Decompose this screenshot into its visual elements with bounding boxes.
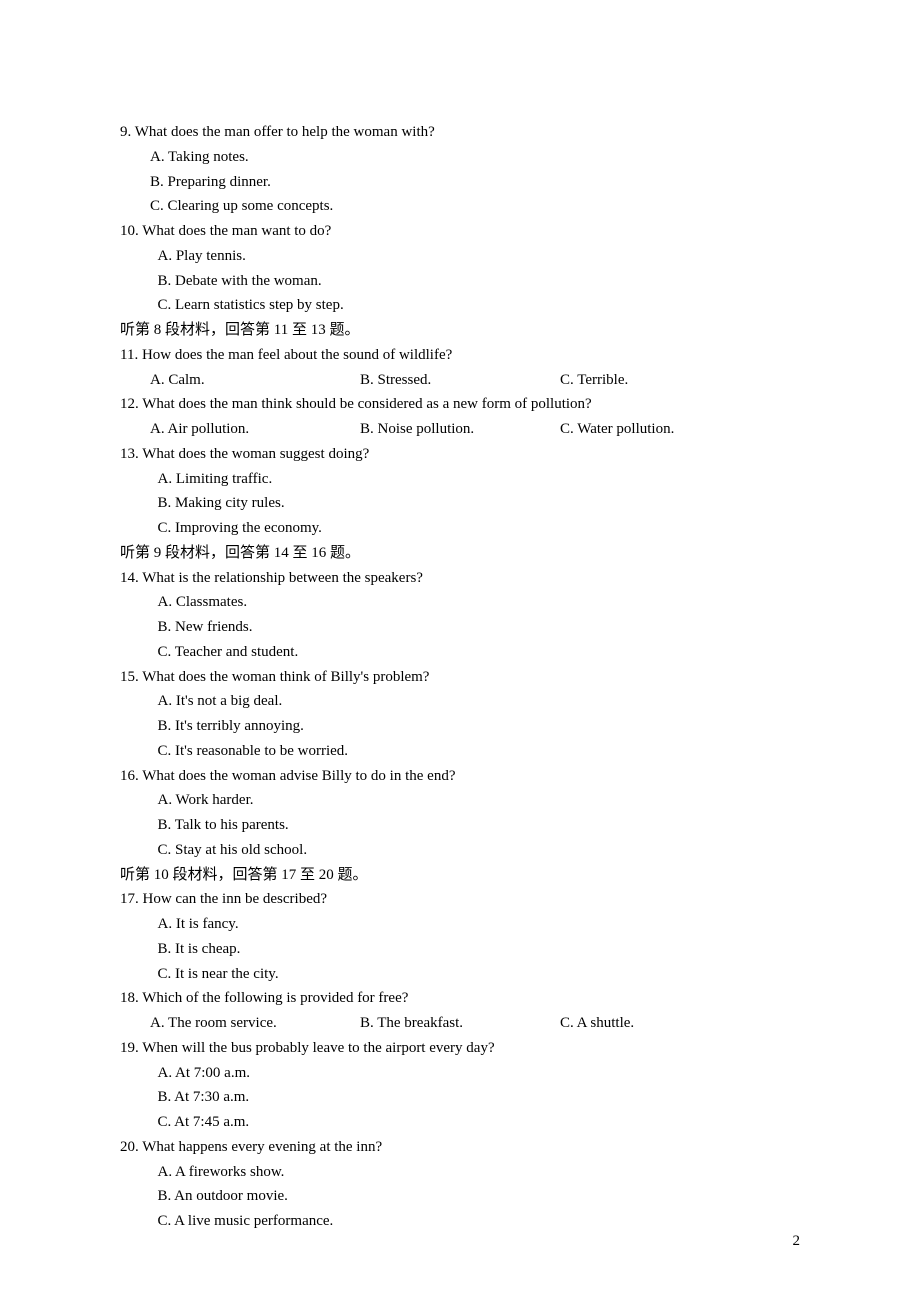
question-block: 18. Which of the following is provided f… (120, 986, 800, 1036)
options-row: A. Calm.B. Stressed.C. Terrible. (120, 368, 800, 393)
question-block: 15. What does the woman think of Billy's… (120, 665, 800, 764)
question-text: 15. What does the woman think of Billy's… (120, 665, 800, 690)
answer-option: B. Talk to his parents. (120, 813, 800, 838)
question-text: 14. What is the relationship between the… (120, 566, 800, 591)
question-block: 19. When will the bus probably leave to … (120, 1036, 800, 1135)
question-block: 9. What does the man offer to help the w… (120, 120, 800, 219)
question-block: 13. What does the woman suggest doing?A.… (120, 442, 800, 541)
answer-option: B. It is cheap. (120, 937, 800, 962)
answer-option: C. Learn statistics step by step. (120, 293, 800, 318)
question-text: 18. Which of the following is provided f… (120, 986, 800, 1011)
answer-option: C. Water pollution. (560, 417, 760, 442)
answer-option: A. Classmates. (120, 590, 800, 615)
answer-option: C. A live music performance. (120, 1209, 800, 1234)
answer-option: A. Work harder. (120, 788, 800, 813)
question-text: 16. What does the woman advise Billy to … (120, 764, 800, 789)
answer-option: A. It's not a big deal. (120, 689, 800, 714)
section-instruction: 听第 9 段材料，回答第 14 至 16 题。 (120, 541, 800, 566)
answer-option: A. Air pollution. (150, 417, 360, 442)
question-block: 10. What does the man want to do?A. Play… (120, 219, 800, 318)
answer-option: A. It is fancy. (120, 912, 800, 937)
answer-option: B. At 7:30 a.m. (120, 1085, 800, 1110)
question-text: 11. How does the man feel about the soun… (120, 343, 800, 368)
answer-option: A. Play tennis. (120, 244, 800, 269)
question-text: 20. What happens every evening at the in… (120, 1135, 800, 1160)
answer-option: B. It's terribly annoying. (120, 714, 800, 739)
page-number: 2 (793, 1229, 801, 1254)
answer-option: C. Stay at his old school. (120, 838, 800, 863)
answer-option: C. Improving the economy. (120, 516, 800, 541)
question-block: 11. How does the man feel about the soun… (120, 343, 800, 393)
question-text: 19. When will the bus probably leave to … (120, 1036, 800, 1061)
answer-option: B. Making city rules. (120, 491, 800, 516)
answer-option: A. Taking notes. (120, 145, 800, 170)
answer-option: C. Terrible. (560, 368, 760, 393)
answer-option: C. At 7:45 a.m. (120, 1110, 800, 1135)
answer-option: A. At 7:00 a.m. (120, 1061, 800, 1086)
answer-option: C. It's reasonable to be worried. (120, 739, 800, 764)
answer-option: C. Clearing up some concepts. (120, 194, 800, 219)
answer-option: B. New friends. (120, 615, 800, 640)
answer-option: C. It is near the city. (120, 962, 800, 987)
options-row: A. Air pollution.B. Noise pollution.C. W… (120, 417, 800, 442)
question-block: 16. What does the woman advise Billy to … (120, 764, 800, 863)
answer-option: B. An outdoor movie. (120, 1184, 800, 1209)
question-block: 14. What is the relationship between the… (120, 566, 800, 665)
answer-option: A. The room service. (150, 1011, 360, 1036)
question-text: 10. What does the man want to do? (120, 219, 800, 244)
question-block: 20. What happens every evening at the in… (120, 1135, 800, 1234)
section-instruction: 听第 8 段材料，回答第 11 至 13 题。 (120, 318, 800, 343)
page-content: 9. What does the man offer to help the w… (0, 0, 920, 1234)
question-text: 13. What does the woman suggest doing? (120, 442, 800, 467)
answer-option: B. Noise pollution. (360, 417, 560, 442)
options-row: A. The room service.B. The breakfast.C. … (120, 1011, 800, 1036)
answer-option: B. Stressed. (360, 368, 560, 393)
answer-option: B. The breakfast. (360, 1011, 560, 1036)
answer-option: C. Teacher and student. (120, 640, 800, 665)
answer-option: C. A shuttle. (560, 1011, 760, 1036)
answer-option: B. Preparing dinner. (120, 170, 800, 195)
question-block: 12. What does the man think should be co… (120, 392, 800, 442)
question-text: 17. How can the inn be described? (120, 887, 800, 912)
question-text: 9. What does the man offer to help the w… (120, 120, 800, 145)
question-text: 12. What does the man think should be co… (120, 392, 800, 417)
answer-option: B. Debate with the woman. (120, 269, 800, 294)
section-instruction: 听第 10 段材料，回答第 17 至 20 题。 (120, 863, 800, 888)
answer-option: A. Limiting traffic. (120, 467, 800, 492)
answer-option: A. Calm. (150, 368, 360, 393)
answer-option: A. A fireworks show. (120, 1160, 800, 1185)
question-block: 17. How can the inn be described?A. It i… (120, 887, 800, 986)
